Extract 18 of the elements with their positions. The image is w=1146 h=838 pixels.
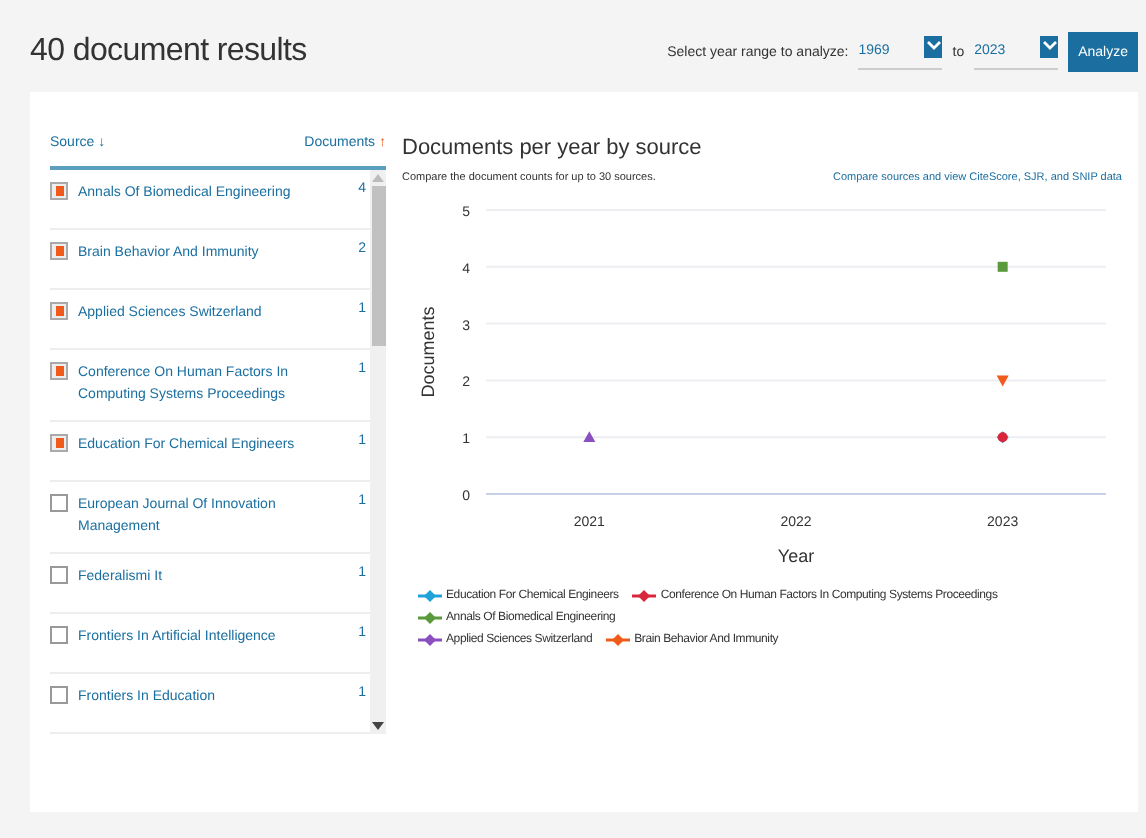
chart-title: Documents per year by source [402,136,704,160]
checkbox[interactable] [50,242,68,260]
checkbox[interactable] [50,302,68,320]
scroll-up-icon[interactable] [372,174,384,182]
results-title: 40 document results [30,34,307,70]
scroll-down-icon[interactable] [372,722,384,730]
checkbox[interactable] [50,494,68,512]
y-axis-title: Documents [418,306,438,398]
checkbox[interactable] [50,434,68,452]
checkbox[interactable] [50,182,68,200]
checkbox[interactable] [50,626,68,644]
chevron-icon [1040,35,1059,57]
chevron-icon [924,35,943,57]
checkbox[interactable] [50,362,68,380]
checkbox[interactable] [50,686,68,704]
checkbox[interactable] [50,566,68,584]
scrollbar[interactable] [370,170,386,734]
x-axis-title: Year [777,546,815,566]
